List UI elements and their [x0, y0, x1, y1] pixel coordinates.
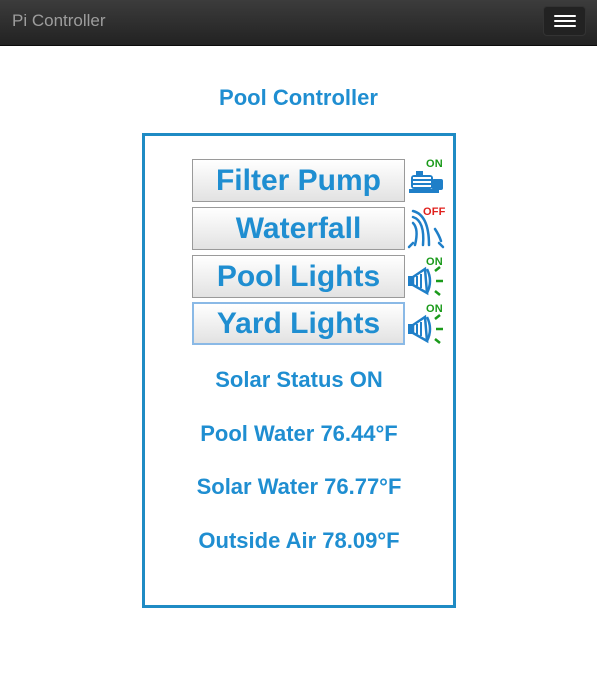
navbar-brand[interactable]: Pi Controller [12, 11, 106, 31]
waterfall-button[interactable]: Waterfall [192, 207, 405, 250]
solar-status-text: Solar Status ON [215, 367, 383, 392]
hamburger-menu-icon-bar [554, 20, 576, 22]
yard-lights-button[interactable]: Yard Lights [192, 302, 405, 345]
navbar: Pi Controller [0, 0, 597, 46]
hamburger-menu-icon [554, 15, 576, 17]
solar-water-temp-text: Solar Water 76.77°F [196, 474, 402, 499]
menu-toggle-button[interactable] [543, 6, 586, 36]
filter-pump-state: ON [426, 158, 443, 170]
hamburger-menu-icon-bar [554, 25, 576, 27]
pool-water-temp-text: Pool Water 76.44°F [200, 421, 398, 446]
waterfall-state: OFF [423, 206, 446, 218]
pool-lights-state: ON [426, 256, 443, 268]
filter-pump-button[interactable]: Filter Pump [192, 159, 405, 202]
outside-air-temp-text: Outside Air 78.09°F [198, 528, 400, 553]
yard-lights-state: ON [426, 303, 443, 315]
pool-lights-button[interactable]: Pool Lights [192, 255, 405, 298]
page-title: Pool Controller [219, 85, 378, 110]
